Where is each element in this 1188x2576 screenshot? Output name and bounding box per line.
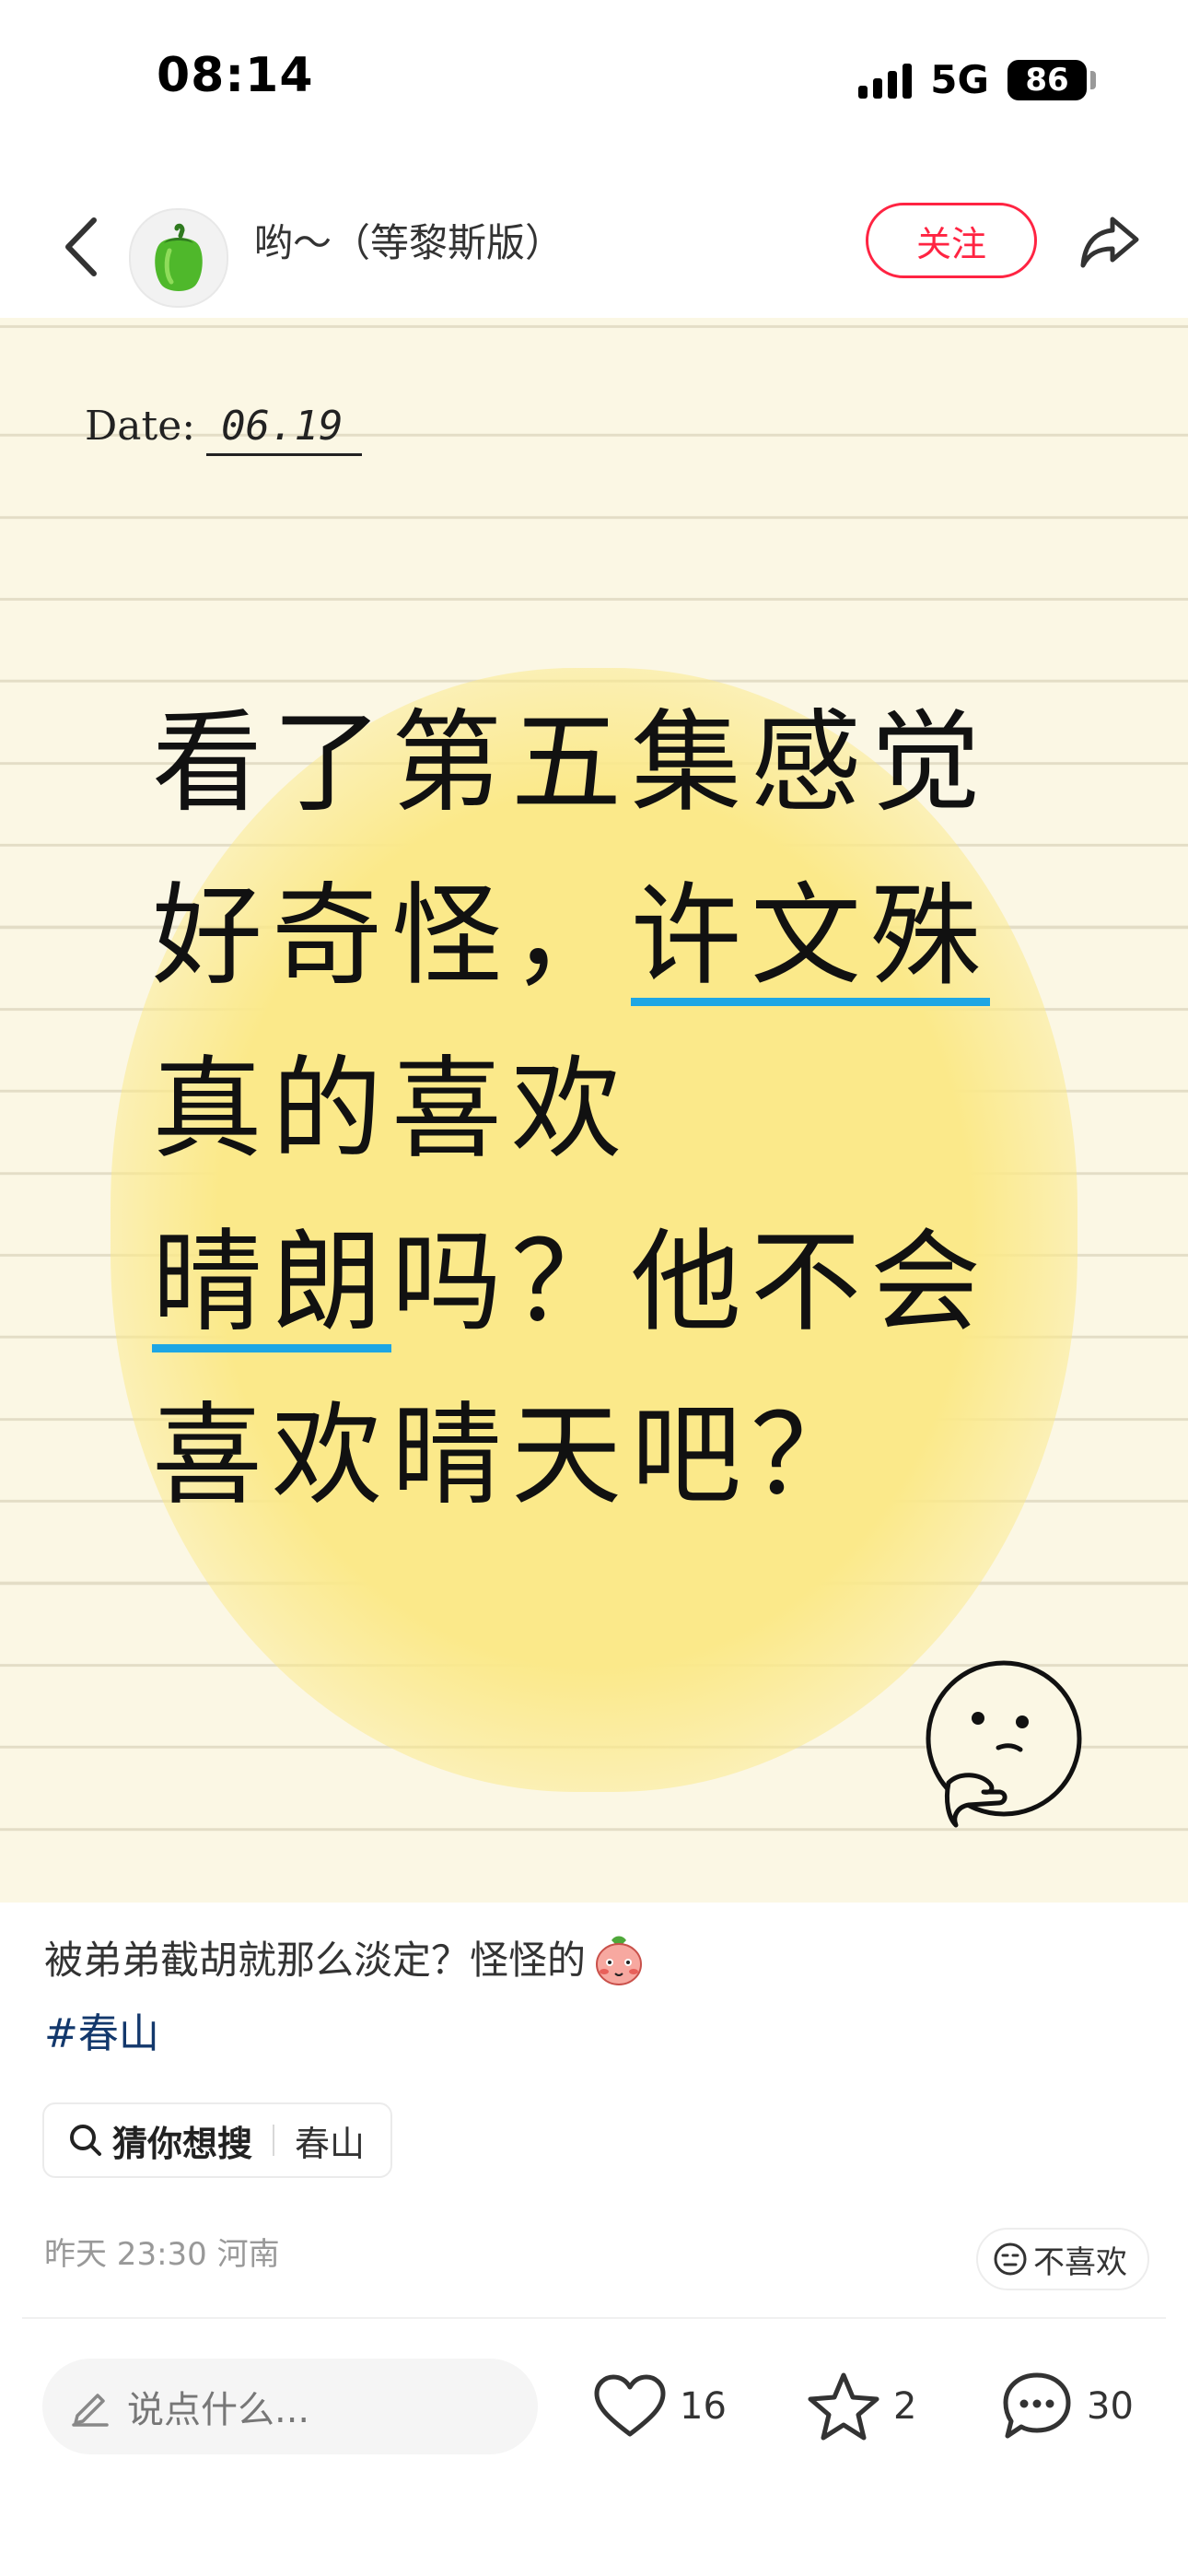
underlined-name: 许文殊 [631,872,990,1001]
pencil-icon [72,2394,109,2427]
network-type: 5G [930,57,989,102]
chevron-left-icon [65,217,97,276]
battery-level: 86 [1025,61,1069,99]
comment-placeholder: 说点什么... [127,2389,310,2431]
search-suggestion-term: 春山 [295,2123,366,2164]
underlined-name: 晴朗 [152,1219,391,1347]
comment-input[interactable]: 说点什么... [42,2359,538,2454]
heart-icon [594,2374,666,2437]
status-time: 08:14 [157,48,314,103]
avatar[interactable] [129,208,228,308]
blushing-face-icon [596,1936,643,1985]
dislike-label: 不喜欢 [1033,2243,1127,2281]
chip-divider [273,2125,275,2156]
date-value: 06.19 [206,403,362,456]
signal-strength-icon [858,62,913,99]
search-suggestion-chip[interactable]: 猜你想搜 春山 [42,2102,393,2178]
search-suggestion-prefix: 猜你想搜 [112,2123,253,2164]
text-line: 看了第五集感觉 [152,699,990,827]
share-button[interactable] [1068,201,1151,284]
date-row: Date: 06.19 [85,403,362,456]
caption-text: 被弟弟截胡就那么淡定？怪怪的 [44,1938,587,1983]
comment-button[interactable]: 30 [1000,2364,1134,2449]
comment-count: 30 [1087,2385,1134,2428]
note-header: 哟～（等黎斯版） 关注 [0,184,1188,313]
post-location: 河南 [216,2236,280,2273]
author-name[interactable]: 哟～（等黎斯版） [254,214,564,273]
status-indicators: 5G 86 [858,57,1096,102]
battery-icon: 86 [1007,59,1096,100]
thinking-face-icon [926,1660,1082,1828]
share-icon [1080,217,1139,268]
status-bar: 08:14 5G 86 [0,0,1188,166]
collect-count: 2 [893,2385,917,2428]
follow-button[interactable]: 关注 [866,203,1037,278]
star-icon [808,2372,879,2441]
text-line: 喜欢晴天吧？ [152,1392,870,1520]
text-line: 真的喜欢 [152,1046,631,1174]
green-pepper-icon [155,223,203,291]
post-meta: 昨天 23:30 河南 [44,2230,280,2279]
date-label: Date: [85,403,196,450]
collect-button[interactable]: 2 [807,2364,916,2449]
note-image[interactable]: Date: 06.19 看了第五集感觉 好奇怪，许文殊 真的喜欢 晴朗吗？他不会… [0,318,1188,1903]
note-caption: 被弟弟截胡就那么淡定？怪怪的 [44,1931,646,1990]
hashtag-link[interactable]: #春山 [44,2007,159,2062]
post-timestamp: 昨天 23:30 [44,2236,207,2273]
search-icon [70,2125,101,2156]
divider [22,2317,1166,2319]
handwritten-text: 看了第五集感觉 好奇怪，许文殊 真的喜欢 晴朗吗？他不会 喜欢晴天吧？ [152,677,1073,1543]
neutral-face-icon [994,2242,1027,2276]
dislike-button[interactable]: 不喜欢 [976,2228,1149,2290]
chat-bubble-icon [1003,2372,1071,2439]
text-line: 晴朗吗？他不会 [152,1219,990,1347]
back-button[interactable] [44,210,118,284]
like-button[interactable]: 16 [593,2364,727,2449]
text-line: 好奇怪，许文殊 [152,872,990,1001]
like-count: 16 [680,2385,727,2428]
